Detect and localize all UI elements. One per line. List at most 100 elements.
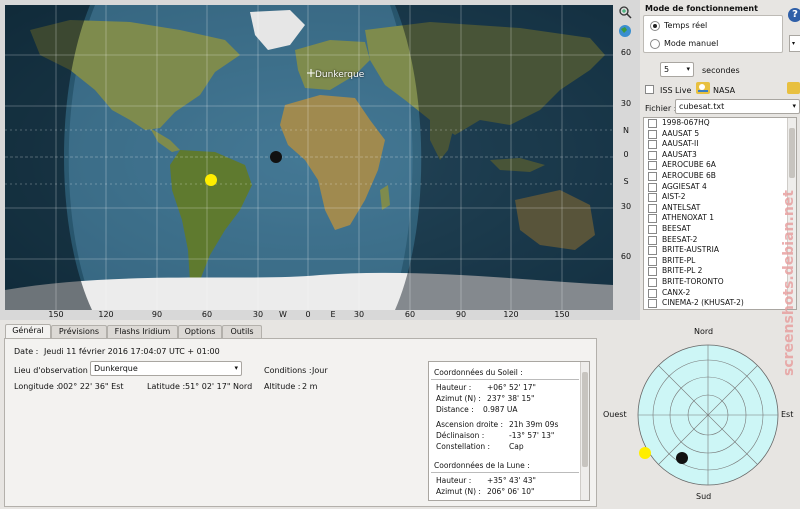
tab-options[interactable]: Options xyxy=(178,325,222,338)
zoom-in-icon[interactable] xyxy=(618,5,632,19)
iss-live-checkbox[interactable] xyxy=(645,85,654,94)
sun-row-label: Constellation : xyxy=(436,442,491,451)
satellite-row[interactable]: BRITE-TORONTO xyxy=(644,277,796,288)
satellite-list[interactable]: 1998-067HQ AAUSAT 5 AAUSAT-II AAUSAT3 AEROCU… xyxy=(643,117,797,310)
nasa-label[interactable]: NASA xyxy=(713,86,735,95)
world-map[interactable]: Dunkerque 60 30 N 0 S 30 60 150 120 90 6… xyxy=(0,0,640,320)
sky-moon-marker xyxy=(676,452,688,464)
tab-general[interactable]: Général xyxy=(5,324,51,338)
satellite-row[interactable]: BEESAT xyxy=(644,224,796,235)
sun-row-value: Cap xyxy=(509,442,524,451)
moon-row-value: 206° 06' 10" xyxy=(487,487,535,496)
tab-previsions[interactable]: Prévisions xyxy=(51,325,107,338)
satellite-checkbox[interactable] xyxy=(648,161,657,171)
satellite-checkbox[interactable] xyxy=(648,256,657,266)
lon-label: 60 xyxy=(201,310,213,319)
satellite-row[interactable]: CINEMA-2 (KHUSAT-2) xyxy=(644,298,796,309)
satellite-name: AAUSAT3 xyxy=(662,149,697,159)
manual-radio[interactable] xyxy=(650,39,660,49)
sky-south-label: Sud xyxy=(696,492,712,501)
altitude-label: Altitude : xyxy=(264,382,301,391)
lat-label: 30 xyxy=(620,99,632,108)
satellite-checkbox[interactable] xyxy=(648,129,657,139)
lat-label: 0 xyxy=(623,150,629,159)
satellite-checkbox[interactable] xyxy=(648,193,657,203)
satellite-checkbox[interactable] xyxy=(648,119,657,128)
location-select[interactable]: Dunkerque ▾ xyxy=(90,361,242,376)
sky-chart[interactable]: Nord Sud Ouest Est xyxy=(603,325,800,507)
tab-outils[interactable]: Outils xyxy=(222,325,262,338)
satellite-checkbox[interactable] xyxy=(648,246,657,256)
sun-row-value: 0.987 UA xyxy=(483,405,518,414)
sun-title: Coordonnées du Soleil : xyxy=(434,368,523,377)
satellite-name: AIST-2 xyxy=(662,192,686,202)
satellite-row[interactable]: BRITE-PL 2 xyxy=(644,266,796,277)
satellite-row[interactable]: ATHENOXAT 1 xyxy=(644,213,796,224)
satellite-row[interactable]: BEESAT-2 xyxy=(644,235,796,246)
satellite-name: AEROCUBE 6A xyxy=(662,160,716,170)
satellite-row[interactable]: AGGIESAT 4 xyxy=(644,182,796,193)
satellite-row[interactable]: ANTELSAT xyxy=(644,203,796,214)
sun-row-label: Distance : xyxy=(436,405,474,414)
sun-row-value: -13° 57' 13" xyxy=(509,431,555,440)
satellite-checkbox[interactable] xyxy=(648,224,657,234)
satellite-checkbox[interactable] xyxy=(648,288,657,298)
sun-marker xyxy=(205,174,217,186)
satellite-row[interactable]: AAUSAT 5 xyxy=(644,129,796,140)
sun-row-value: +06° 52' 17" xyxy=(487,383,536,392)
lat-label: 30 xyxy=(620,202,632,211)
interval-spinbox[interactable]: 5 ▾ xyxy=(660,62,694,77)
watermark: screenshots.debian.net xyxy=(778,140,798,380)
sun-row-label: Hauteur : xyxy=(436,383,472,392)
satellite-checkbox[interactable] xyxy=(648,299,657,309)
sun-row-value: 237° 38' 15" xyxy=(487,394,535,403)
nasa-icon[interactable] xyxy=(696,82,710,94)
satellite-row[interactable]: AAUSAT3 xyxy=(644,150,796,161)
satellite-row[interactable]: AIST-2 xyxy=(644,192,796,203)
satellite-name: BRITE-PL xyxy=(662,255,696,265)
file-select[interactable]: cubesat.txt ▾ xyxy=(675,99,800,114)
satellite-name: BRITE-PL 2 xyxy=(662,266,703,276)
coordinates-box: Coordonnées du Soleil : Hauteur : +06° 5… xyxy=(428,361,590,501)
satellite-row[interactable]: CANX-2 xyxy=(644,288,796,299)
satellite-name: ATHENOXAT 1 xyxy=(662,213,714,223)
observer-city-label: Dunkerque xyxy=(315,70,365,80)
satellite-checkbox[interactable] xyxy=(648,150,657,160)
satellite-checkbox[interactable] xyxy=(648,203,657,213)
satellite-row[interactable]: AEROCUBE 6B xyxy=(644,171,796,182)
mode-box: Temps réel Mode manuel xyxy=(643,15,783,53)
latitude-label: Latitude : xyxy=(147,382,186,391)
satellite-checkbox[interactable] xyxy=(648,277,657,287)
satellite-checkbox[interactable] xyxy=(648,182,657,192)
satellite-name: 1998-067HQ xyxy=(662,118,710,127)
globe-icon[interactable] xyxy=(618,24,632,38)
coordinates-scrollbar[interactable] xyxy=(580,362,589,500)
satellite-row[interactable]: AAUSAT-II xyxy=(644,139,796,150)
date-label: Date : xyxy=(14,347,39,356)
moon-row-value: +35° 43' 43" xyxy=(487,476,536,485)
satellite-checkbox[interactable] xyxy=(648,140,657,150)
satellite-row[interactable]: BRITE-AUSTRIA xyxy=(644,245,796,256)
manual-time-dropdown[interactable]: ▾ xyxy=(789,35,800,52)
satellite-row[interactable]: AEROCUBE 6A xyxy=(644,160,796,171)
longitude-value: 002° 22' 36" Est xyxy=(58,382,124,391)
realtime-radio[interactable] xyxy=(650,21,660,31)
weather-icon[interactable] xyxy=(787,82,800,94)
satellite-name: AAUSAT 5 xyxy=(662,128,700,138)
sky-chart-canvas xyxy=(637,344,779,486)
lon-label: 60 xyxy=(404,310,416,319)
sun-row-label: Déclinaison : xyxy=(436,431,485,440)
satellite-row[interactable]: BRITE-PL xyxy=(644,256,796,267)
satellite-row[interactable]: 1998-067HQ xyxy=(644,118,796,129)
sun-row-value: 21h 39m 09s xyxy=(509,420,559,429)
satellite-checkbox[interactable] xyxy=(648,267,657,277)
satellite-checkbox[interactable] xyxy=(648,235,657,245)
interval-unit: secondes xyxy=(702,66,740,75)
svg-text:screenshots.debian.net: screenshots.debian.net xyxy=(781,190,797,376)
satellite-name: AAUSAT-II xyxy=(662,139,699,149)
tab-flashs-iridium[interactable]: Flashs Iridium xyxy=(107,325,178,338)
satellite-checkbox[interactable] xyxy=(648,171,657,181)
satellite-checkbox[interactable] xyxy=(648,214,657,224)
lon-label: 30 xyxy=(353,310,365,319)
help-icon[interactable]: ? xyxy=(788,8,800,22)
